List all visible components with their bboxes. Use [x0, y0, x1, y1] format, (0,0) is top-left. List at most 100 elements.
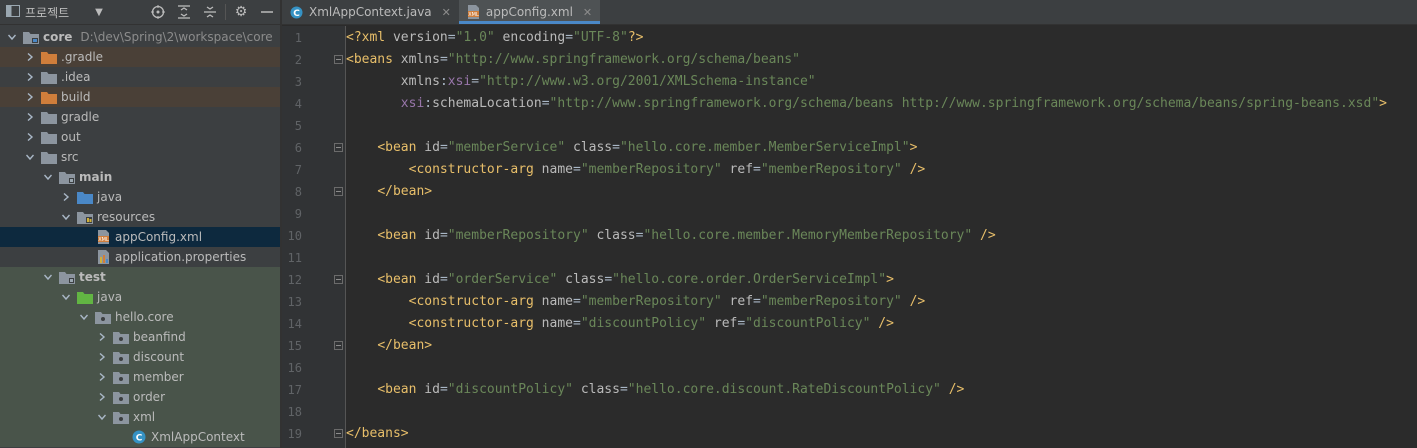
tree-item-gradle[interactable]: gradle: [0, 107, 280, 127]
close-icon[interactable]: ✕: [442, 6, 451, 19]
chevron-right-icon[interactable]: [24, 113, 36, 121]
code-token: </: [346, 426, 362, 441]
code-line[interactable]: <bean id="memberService" class="hello.co…: [346, 137, 917, 159]
fold-toggle-icon[interactable]: [334, 275, 343, 284]
code-token: =: [439, 140, 448, 155]
tree-item-member[interactable]: member: [0, 367, 280, 387]
tree-item-label: java: [97, 190, 123, 204]
expand-all-icon[interactable]: [171, 0, 197, 25]
code-line[interactable]: <beans xmlns="http://www.springframework…: [346, 49, 800, 71]
chevron-right-icon[interactable]: [96, 393, 108, 401]
code-line[interactable]: <bean id="discountPolicy" class="hello.c…: [346, 379, 964, 401]
code-token: encoding: [494, 30, 566, 45]
chevron-down-icon[interactable]: [24, 153, 36, 161]
code-token: =: [565, 30, 574, 45]
collapse-all-icon[interactable]: [197, 0, 223, 25]
code-token: =: [604, 272, 613, 287]
line-number: 3: [294, 75, 302, 89]
chevron-down-icon[interactable]: [78, 313, 90, 321]
chevron-right-icon[interactable]: [24, 133, 36, 141]
locate-file-icon[interactable]: [145, 0, 171, 25]
code-token: constructor-arg: [416, 162, 534, 177]
code-line[interactable]: </bean>: [346, 335, 432, 357]
tree-item-beanfind[interactable]: beanfind: [0, 327, 280, 347]
code-line[interactable]: xsi:schemaLocation="http://www.springfra…: [346, 93, 1387, 115]
minimize-icon[interactable]: [254, 0, 280, 25]
tree-item-label: java: [97, 290, 123, 304]
chevron-right-icon[interactable]: [24, 93, 36, 101]
code-token: =: [573, 294, 581, 309]
code-token: "discountPolicy": [447, 382, 573, 397]
chevron-down-icon[interactable]: [60, 213, 72, 221]
fold-toggle-icon[interactable]: [334, 143, 343, 152]
fold-toggle-icon[interactable]: [334, 429, 343, 438]
code-token: name: [533, 294, 573, 309]
fold-toggle-icon[interactable]: [334, 55, 343, 64]
code-line[interactable]: xmlns:xsi="http://www.w3.org/2001/XMLSch…: [346, 71, 816, 93]
tree-item-appconfig[interactable]: XML appConfig.xml: [0, 227, 280, 247]
tree-item-app-props[interactable]: application.properties: [0, 247, 280, 267]
chevron-down-icon[interactable]: [96, 413, 108, 421]
tree-item-test[interactable]: test: [0, 267, 280, 287]
tree-item-test-java[interactable]: java: [0, 287, 280, 307]
line-number: 15: [287, 339, 302, 353]
tree-item-order[interactable]: order: [0, 387, 280, 407]
tree-item-resources[interactable]: resources: [0, 207, 280, 227]
chevron-down-icon[interactable]: [42, 273, 54, 281]
package-icon: [113, 390, 129, 404]
code-line[interactable]: <?xml version="1.0" encoding="UTF-8"?>: [346, 27, 643, 49]
project-panel: 프로젝트 ▼ ⚙ core D:\dev\Spring\2\workspace\c…: [0, 0, 280, 448]
tree-item-hello-core[interactable]: hello.core: [0, 307, 280, 327]
code-line[interactable]: <bean id="memberRepository" class="hello…: [346, 225, 995, 247]
code-line[interactable]: <constructor-arg name="memberRepository"…: [346, 291, 926, 313]
tree-item-src[interactable]: src: [0, 147, 280, 167]
tree-item-xmlappcontext[interactable]: C XmlAppContext: [0, 427, 280, 447]
code-token: xsi: [400, 96, 425, 111]
code-token: id: [416, 228, 440, 243]
code-editor[interactable]: 1 2 3 4 5 6 7 8 9 10 11 12 13 14 15 16 17 18 19 <?xml vers…: [282, 26, 1417, 448]
code-token: </: [377, 184, 393, 199]
tree-item-build[interactable]: build: [0, 87, 280, 107]
chevron-down-icon[interactable]: [60, 293, 72, 301]
tab-appconfig[interactable]: XML appConfig.xml ✕: [458, 0, 601, 24]
tree-item-label: build: [61, 90, 91, 104]
tree-item-discount[interactable]: discount: [0, 347, 280, 367]
chevron-down-icon[interactable]: ▼: [95, 7, 103, 18]
tree-item-gradle-dot[interactable]: .gradle: [0, 47, 280, 67]
project-panel-title[interactable]: 프로젝트: [25, 4, 69, 21]
tree-item-main[interactable]: main: [0, 167, 280, 187]
line-number: 2: [294, 53, 302, 67]
code-line[interactable]: <constructor-arg name="memberRepository"…: [346, 159, 926, 181]
code-line[interactable]: </beans>: [346, 423, 409, 445]
chevron-down-icon[interactable]: [42, 173, 54, 181]
tree-item-idea[interactable]: .idea: [0, 67, 280, 87]
line-number: 13: [287, 295, 302, 309]
code-token: id: [416, 140, 440, 155]
tree-item-xml[interactable]: xml: [0, 407, 280, 427]
gear-icon[interactable]: ⚙: [228, 0, 254, 25]
chevron-right-icon[interactable]: [96, 373, 108, 381]
tab-xmlappcontext[interactable]: C XmlAppContext.java ✕: [282, 0, 459, 24]
code-token: beans: [353, 52, 393, 67]
chevron-right-icon[interactable]: [96, 353, 108, 361]
svg-text:C: C: [293, 9, 300, 19]
code-token: ref: [721, 162, 754, 177]
tree-item-main-java[interactable]: java: [0, 187, 280, 207]
code-line[interactable]: </bean>: [346, 181, 432, 203]
fold-toggle-icon[interactable]: [334, 187, 343, 196]
close-icon[interactable]: ✕: [583, 6, 592, 19]
folder-icon: [59, 270, 75, 284]
tree-item-out[interactable]: out: [0, 127, 280, 147]
chevron-right-icon[interactable]: [24, 53, 36, 61]
chevron-right-icon[interactable]: [60, 193, 72, 201]
chevron-down-icon[interactable]: [6, 33, 18, 41]
chevron-right-icon[interactable]: [96, 333, 108, 341]
tree-item-core[interactable]: core D:\dev\Spring\2\workspace\core: [0, 27, 280, 47]
code-line[interactable]: <constructor-arg name="discountPolicy" r…: [346, 313, 894, 335]
fold-toggle-icon[interactable]: [334, 341, 343, 350]
code-line[interactable]: <bean id="orderService" class="hello.cor…: [346, 269, 894, 291]
chevron-right-icon[interactable]: [24, 73, 36, 81]
